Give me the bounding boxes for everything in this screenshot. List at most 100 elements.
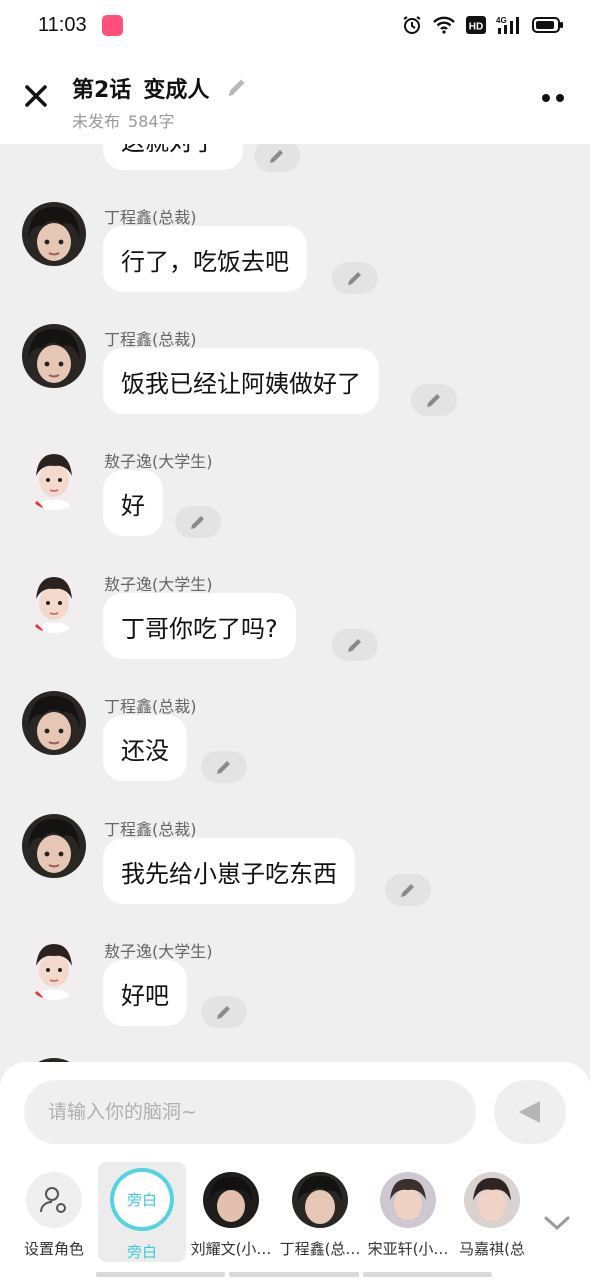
status-icons: HD 4G	[402, 14, 564, 36]
chat-message: 丁程鑫(总裁) 行了，吃饭去吧	[0, 202, 590, 322]
battery-icon	[532, 14, 564, 36]
message-bubble[interactable]: 饭我已经让阿姨做好了	[103, 348, 379, 414]
role-label: 马嘉祺(总	[459, 1240, 525, 1258]
publish-status: 未发布	[72, 112, 121, 131]
message-text: 丁哥你吃了吗?	[121, 614, 278, 643]
pencil-icon	[348, 272, 361, 285]
message-bubble[interactable]: 好	[103, 470, 163, 536]
edit-message-button[interactable]	[411, 384, 457, 416]
status-time: 11:03	[38, 14, 87, 36]
role-character[interactable]: 丁程鑫(总…	[276, 1162, 364, 1262]
pencil-icon	[401, 884, 414, 897]
sender-name: 丁程鑫(总裁)	[104, 208, 197, 227]
chat-message: 敖子逸(大学生) 好吧	[0, 936, 590, 1056]
role-character[interactable]: 宋亚轩(小…	[364, 1162, 452, 1262]
set-role-button[interactable]: 设置角色	[10, 1162, 98, 1262]
message-text: 行了，吃饭去吧	[121, 247, 289, 276]
pencil-icon	[191, 516, 204, 529]
narrator-badge-text: 旁白	[126, 1191, 157, 1210]
avatar-dingchengxin[interactable]	[22, 814, 86, 878]
collapse-button[interactable]	[540, 1206, 574, 1240]
edit-message-button[interactable]	[254, 144, 300, 172]
avatar-dingchengxin[interactable]	[22, 691, 86, 755]
role-narrator[interactable]: 旁白 旁白	[98, 1162, 186, 1262]
status-bar: 11:03 HD 4G	[0, 0, 590, 52]
message-text: 好吧	[121, 981, 169, 1010]
message-bubble[interactable]: 还没	[103, 715, 187, 781]
chevron-down-icon	[544, 1216, 570, 1231]
pencil-icon	[217, 761, 230, 774]
message-bubble[interactable]: 好吧	[103, 960, 187, 1026]
close-icon	[25, 85, 47, 107]
edit-message-button[interactable]	[332, 262, 378, 294]
sender-name: 丁程鑫(总裁)	[104, 697, 197, 716]
sender-name: 敖子逸(大学生)	[104, 942, 213, 961]
close-button[interactable]	[18, 78, 54, 114]
edit-message-button[interactable]	[175, 506, 221, 538]
message-bubble[interactable]: 行了，吃饭去吧	[103, 226, 307, 292]
pencil-icon	[348, 639, 361, 652]
send-button[interactable]	[494, 1080, 566, 1144]
edit-title-button[interactable]	[225, 75, 251, 101]
pencil-icon	[427, 394, 440, 407]
chat-message: 敖子逸(大学生) 好	[0, 446, 590, 566]
pencil-icon	[229, 79, 245, 96]
edit-message-button[interactable]	[385, 874, 431, 906]
signal-icon: 4G	[496, 14, 522, 36]
chat-message: 丁程鑫(总裁) 饭我已经让阿姨做好了	[0, 324, 590, 444]
chapter-name: 变成人	[143, 78, 210, 103]
more-dot-icon	[556, 94, 564, 102]
chat-message: 丁程鑫(总裁) 还没	[0, 691, 590, 811]
message-text: 饭我已经让阿姨做好了	[121, 369, 361, 398]
message-bubble[interactable]: 我先给小崽子吃东西	[103, 838, 355, 904]
chat-message: 丁程鑫(总裁) 我先给小崽子吃东西	[0, 814, 590, 934]
chat-area[interactable]: 这就对了 丁程鑫(总裁) 行了，吃饭去吧 丁程鑫(总裁) 饭我已经让阿姨做好了 …	[0, 144, 590, 1064]
avatar-dingchengxin[interactable]	[22, 202, 86, 266]
pencil-icon	[270, 150, 283, 163]
avatar-aoziyi[interactable]	[22, 936, 86, 1000]
person-settings-icon	[40, 1187, 66, 1213]
app-notification-icon	[102, 15, 123, 36]
avatar-aoziyi[interactable]	[22, 446, 86, 510]
role-character[interactable]: 马嘉祺(总	[452, 1162, 532, 1262]
pencil-icon	[217, 1006, 230, 1019]
avatar-aoziyi[interactable]	[22, 569, 86, 633]
svg-text:4G: 4G	[496, 16, 507, 25]
more-options-button[interactable]	[538, 88, 568, 108]
edit-message-button[interactable]	[332, 629, 378, 661]
character-avatar	[203, 1172, 259, 1228]
role-selector: 设置角色 旁白 旁白 刘耀文(小… 丁程鑫(总… 宋亚轩(小… 马嘉祺(总	[0, 1162, 590, 1272]
sender-name: 敖子逸(大学生)	[104, 452, 213, 471]
character-avatar	[464, 1172, 520, 1228]
character-avatar	[292, 1172, 348, 1228]
set-role-face	[26, 1172, 82, 1228]
role-label: 丁程鑫(总…	[279, 1240, 361, 1258]
role-label: 旁白	[126, 1243, 157, 1262]
message-bubble[interactable]: 丁哥你吃了吗?	[103, 593, 296, 659]
role-character[interactable]: 刘耀文(小…	[187, 1162, 275, 1262]
sender-name: 丁程鑫(总裁)	[104, 820, 197, 839]
edit-message-button[interactable]	[201, 996, 247, 1028]
story-input[interactable]	[24, 1080, 476, 1144]
message-text: 还没	[121, 736, 169, 765]
hd-icon: HD	[466, 14, 486, 36]
send-icon	[519, 1101, 540, 1123]
wifi-icon	[432, 14, 456, 36]
avatar-dingchengxin[interactable]	[22, 324, 86, 388]
role-label: 宋亚轩(小…	[367, 1240, 449, 1258]
role-label: 刘耀文(小…	[190, 1240, 272, 1258]
set-role-label: 设置角色	[23, 1240, 84, 1258]
header: 第2话 变成人 未发布 584字	[0, 52, 590, 144]
character-avatar	[380, 1172, 436, 1228]
sender-name: 敖子逸(大学生)	[104, 575, 213, 594]
edit-message-button[interactable]	[201, 751, 247, 783]
composer-panel: 设置角色 旁白 旁白 刘耀文(小… 丁程鑫(总… 宋亚轩(小…	[0, 1062, 590, 1280]
sender-name: 丁程鑫(总裁)	[104, 330, 197, 349]
chapter-meta: 未发布 584字	[72, 108, 175, 132]
narrator-badge: 旁白	[110, 1168, 174, 1232]
message-bubble[interactable]: 这就对了	[103, 144, 243, 170]
page-title: 第2话 变成人	[72, 72, 251, 104]
word-count: 584字	[128, 112, 175, 131]
more-dot-icon	[542, 94, 550, 102]
message-text: 这就对了	[121, 144, 217, 157]
